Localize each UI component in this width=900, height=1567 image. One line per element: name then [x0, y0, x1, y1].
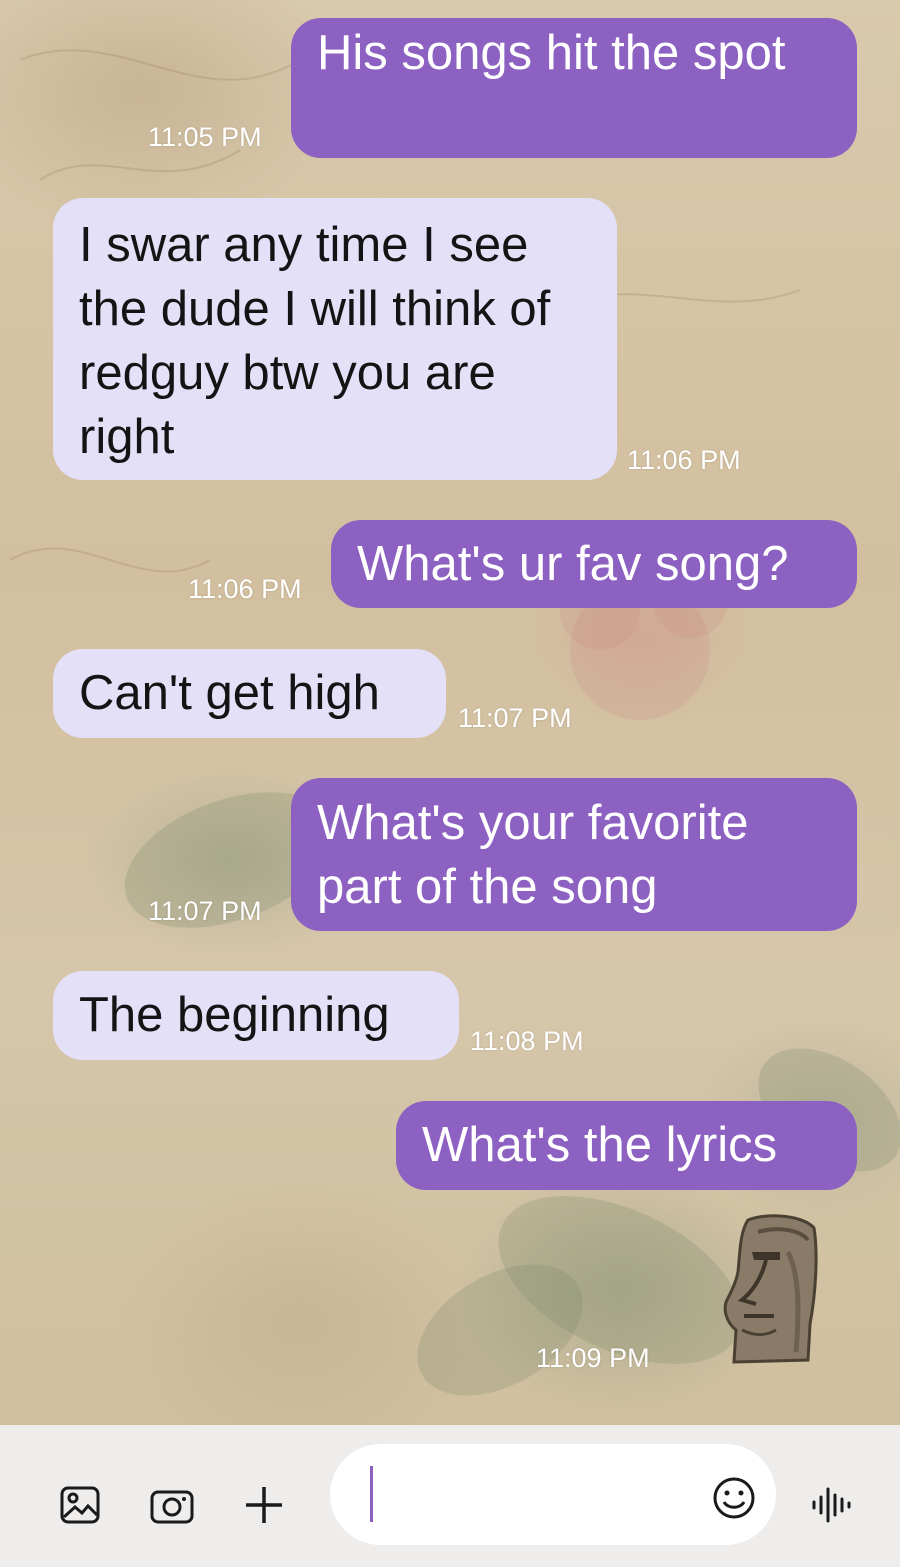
- message-composer: [0, 1425, 900, 1567]
- moai-emoji-icon: [723, 1214, 818, 1364]
- message-timestamp: 11:07 PM: [458, 703, 572, 733]
- emoji-button[interactable]: [712, 1476, 756, 1520]
- message-bubble-incoming[interactable]: I swar any time I see the dude I will th…: [53, 198, 617, 480]
- moai-sticker[interactable]: [718, 1212, 822, 1368]
- gallery-button[interactable]: [54, 1479, 106, 1531]
- text-cursor: [370, 1466, 373, 1522]
- add-attachment-button[interactable]: [238, 1479, 290, 1531]
- message-bubble-incoming[interactable]: Can't get high: [53, 649, 446, 738]
- message-text: What's ur fav song?: [357, 537, 789, 591]
- message-timestamp: 11:06 PM: [188, 574, 302, 604]
- message-bubble-outgoing[interactable]: His songs hit the spot: [291, 18, 857, 158]
- emoji-icon: [713, 1477, 755, 1519]
- gallery-icon: [60, 1486, 100, 1524]
- message-text: What's the lyrics: [422, 1118, 778, 1172]
- message-text: What's your favorite part of the song: [317, 796, 749, 914]
- message-timestamp: 11:08 PM: [470, 1026, 584, 1056]
- message-timestamp: 11:07 PM: [148, 896, 262, 926]
- message-timestamp: 11:05 PM: [148, 122, 262, 152]
- message-text: His songs hit the spot: [317, 26, 786, 80]
- message-bubble-incoming[interactable]: The beginning: [53, 971, 459, 1060]
- message-timestamp: 11:09 PM: [536, 1343, 650, 1373]
- plus-icon: [246, 1487, 282, 1523]
- voice-icon: [812, 1487, 851, 1523]
- message-bubble-outgoing[interactable]: What's the lyrics: [396, 1101, 857, 1190]
- message-bubble-outgoing[interactable]: What's ur fav song?: [331, 520, 857, 608]
- message-input[interactable]: [330, 1444, 776, 1545]
- message-bubble-outgoing[interactable]: What's your favorite part of the song: [291, 778, 857, 931]
- camera-button[interactable]: [146, 1479, 198, 1531]
- camera-icon: [150, 1490, 194, 1524]
- message-text: Can't get high: [79, 666, 380, 720]
- voice-message-button[interactable]: [806, 1479, 858, 1531]
- message-text: I swar any time I see the dude I will th…: [79, 218, 551, 464]
- message-timestamp: 11:06 PM: [627, 445, 741, 475]
- message-text: The beginning: [79, 988, 390, 1042]
